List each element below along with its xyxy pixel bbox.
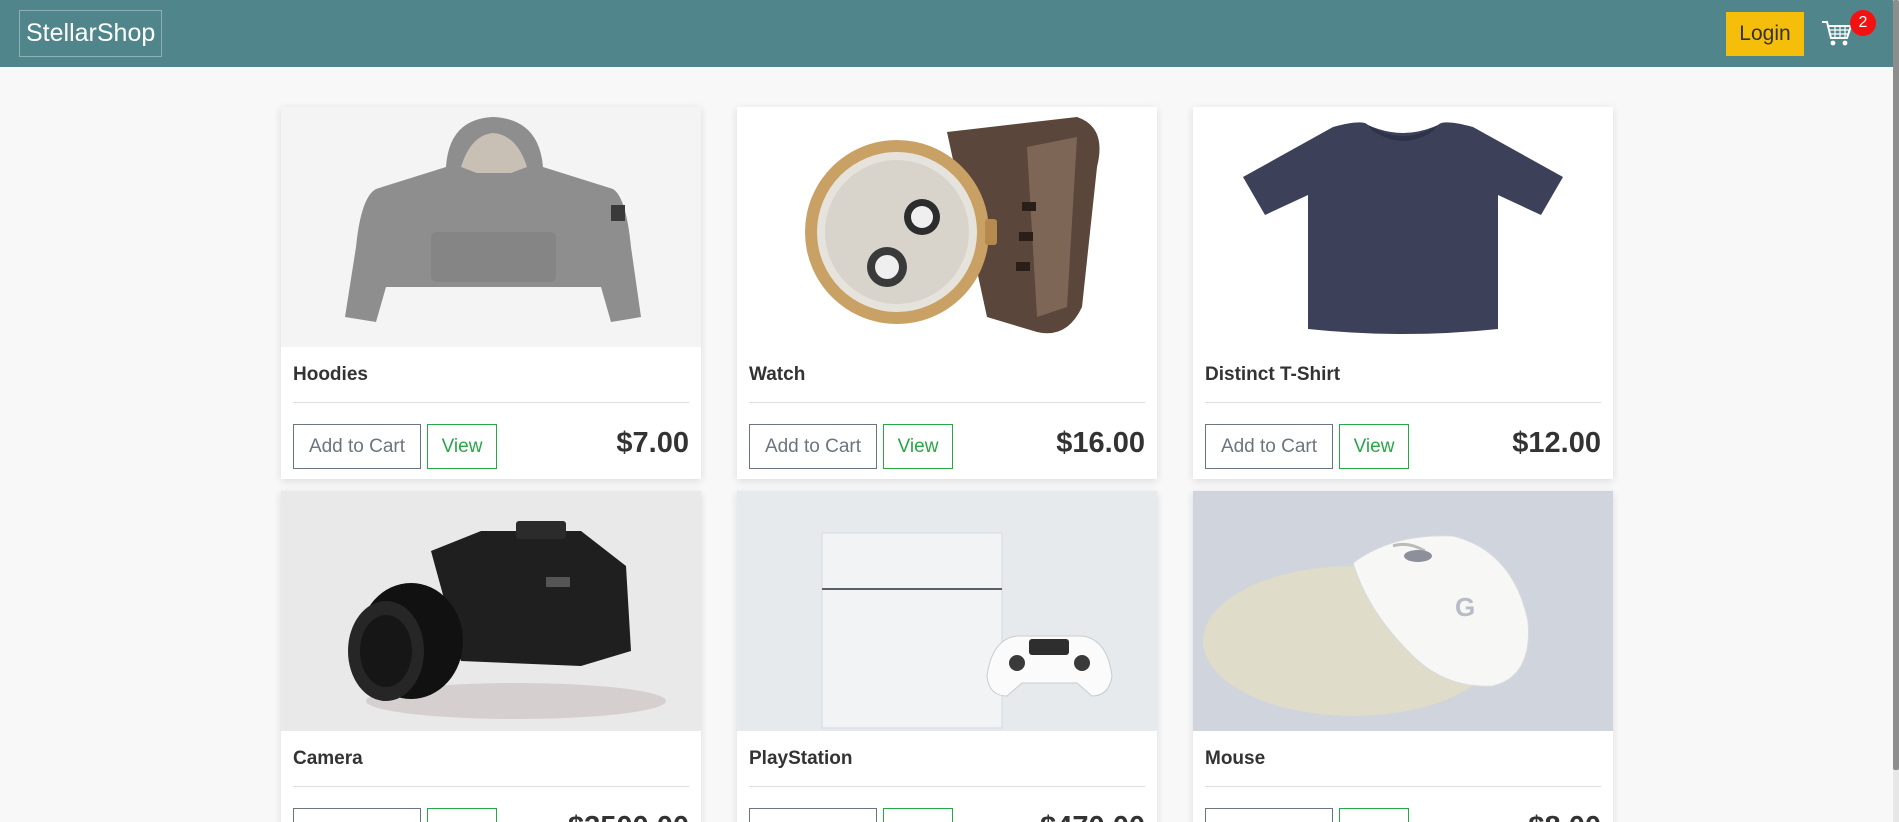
svg-text:G: G <box>1455 592 1475 622</box>
brand-logo[interactable]: StellarShop <box>19 10 163 57</box>
view-button[interactable]: View <box>883 808 953 822</box>
product-card-playstation: PlayStation Add to Cart View $470.00 <box>737 491 1157 822</box>
product-card-camera: Camera Add to Cart View $3500.00 <box>281 491 701 822</box>
add-to-cart-button[interactable]: Add to Cart <box>1205 424 1333 469</box>
cart-count-badge: 2 <box>1850 10 1876 36</box>
product-price: $16.00 <box>1056 427 1145 459</box>
add-to-cart-button[interactable]: Add to Cart <box>749 424 877 469</box>
product-price: $470.00 <box>1040 807 1145 822</box>
product-title[interactable]: Watch <box>749 347 1145 403</box>
shopping-cart-icon <box>1822 21 1853 46</box>
product-card-hoodies: Hoodies Add to Cart View $7.00 <box>281 107 701 479</box>
product-price: $7.00 <box>616 427 689 459</box>
navbar: StellarShop Login 2 <box>0 0 1899 67</box>
playstation-image[interactable] <box>737 491 1157 731</box>
add-to-cart-button[interactable]: Add to Cart <box>293 808 421 822</box>
product-card-mouse: G Mouse Add to Cart View $8.00 <box>1193 491 1613 822</box>
login-button[interactable]: Login <box>1726 12 1804 56</box>
add-to-cart-button[interactable]: Add to Cart <box>293 424 421 469</box>
product-price: $3500.00 <box>568 807 689 822</box>
product-title[interactable]: PlayStation <box>749 731 1145 787</box>
product-grid: Hoodies Add to Cart View $7.00 Watch Add… <box>281 107 1615 822</box>
view-button[interactable]: View <box>1339 424 1409 469</box>
view-button[interactable]: View <box>427 424 497 469</box>
product-title[interactable]: Mouse <box>1205 731 1601 787</box>
scrollbar-thumb[interactable] <box>1893 0 1899 770</box>
product-price: $8.00 <box>1528 807 1601 822</box>
product-card-t-shirt: Distinct T-Shirt Add to Cart View $12.00 <box>1193 107 1613 479</box>
view-button[interactable]: View <box>883 424 953 469</box>
product-title[interactable]: Camera <box>293 731 689 787</box>
mouse-image[interactable]: G <box>1193 491 1613 731</box>
watch-image[interactable] <box>737 107 1157 347</box>
t-shirt-image[interactable] <box>1193 107 1613 347</box>
product-price: $12.00 <box>1512 427 1601 459</box>
add-to-cart-button[interactable]: Add to Cart <box>1205 808 1333 822</box>
view-button[interactable]: View <box>1339 808 1409 822</box>
product-title[interactable]: Hoodies <box>293 347 689 403</box>
product-card-watch: Watch Add to Cart View $16.00 <box>737 107 1157 479</box>
add-to-cart-button[interactable]: Add to Cart <box>749 808 877 822</box>
product-title[interactable]: Distinct T-Shirt <box>1205 347 1601 403</box>
camera-image[interactable] <box>281 491 701 731</box>
view-button[interactable]: View <box>427 808 497 822</box>
hoodie-image[interactable] <box>281 107 701 347</box>
